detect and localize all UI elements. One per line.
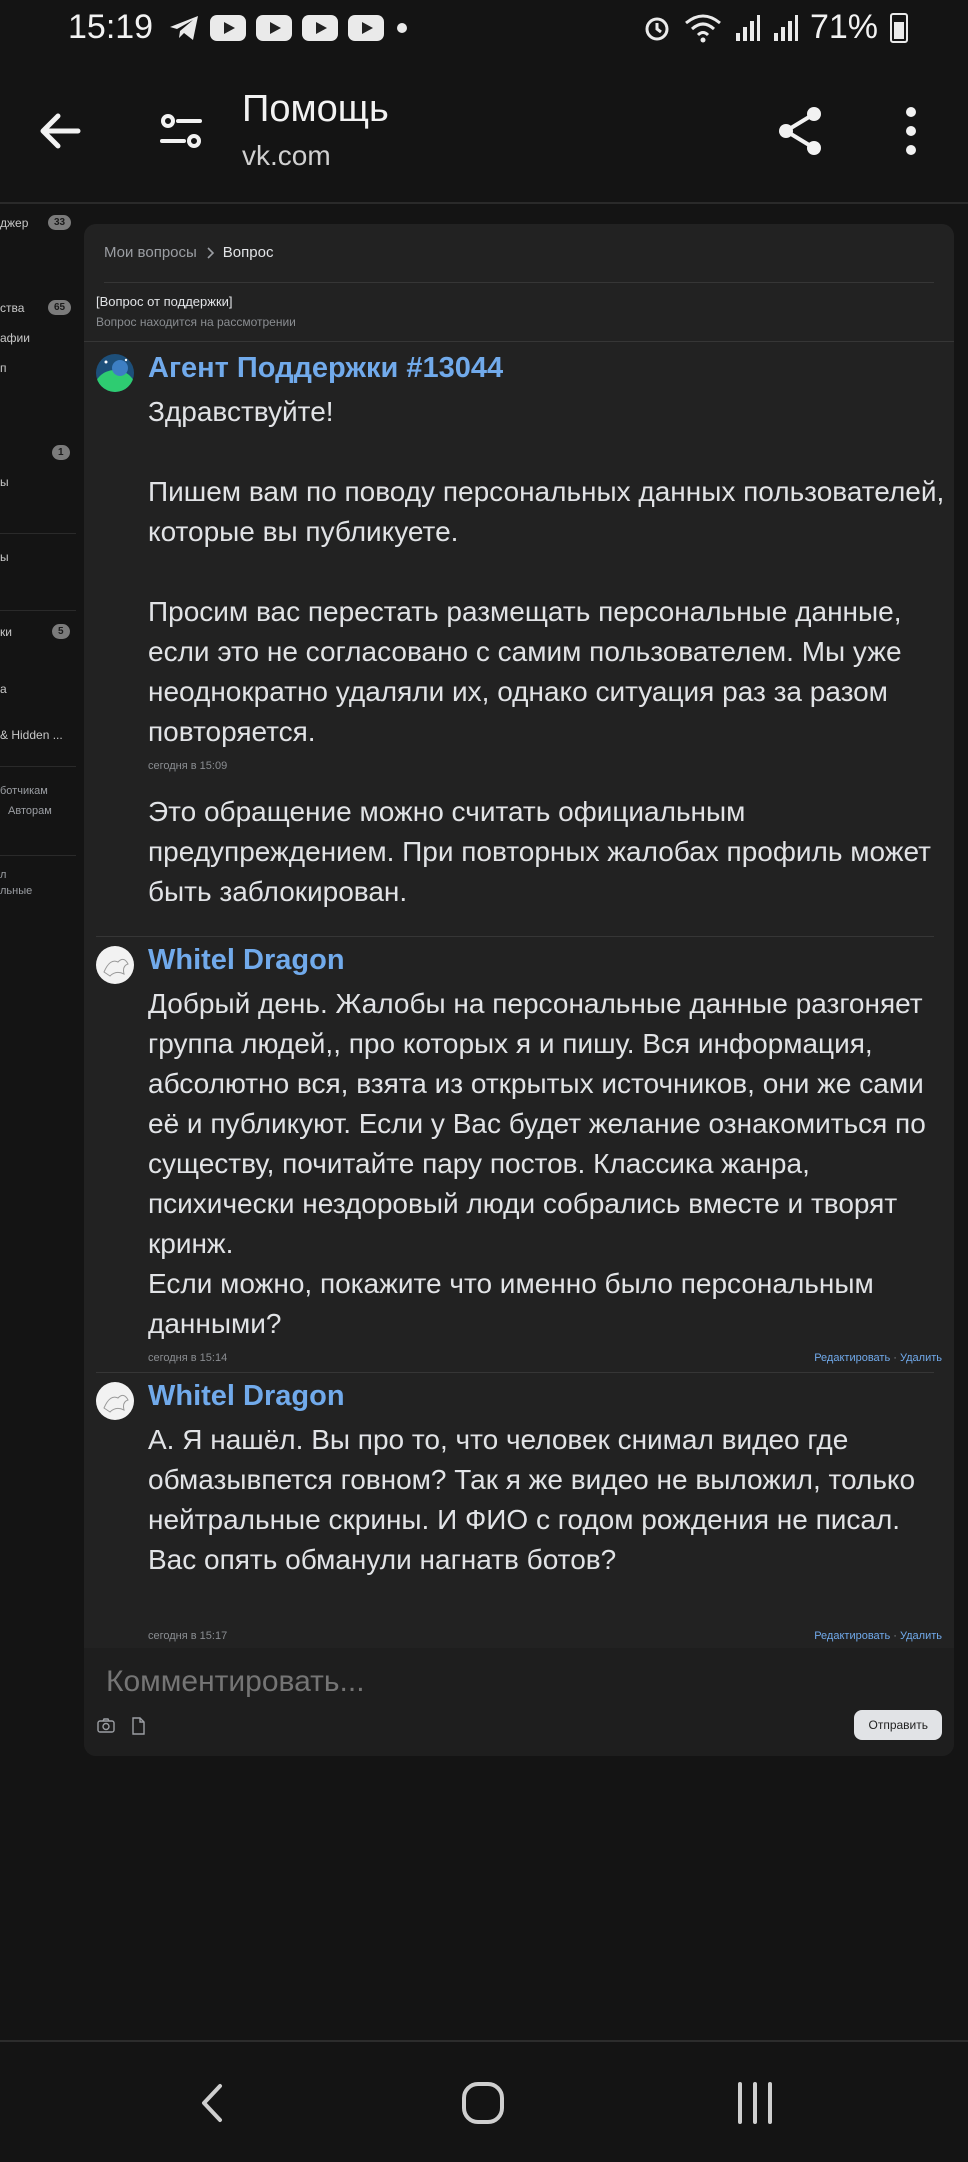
- sidebar-divider: [0, 855, 76, 856]
- breadcrumb-my-questions[interactable]: Мои вопросы: [104, 244, 197, 261]
- dot-icon: [397, 23, 407, 33]
- youtube-icon: [210, 15, 246, 41]
- page-title: Помощь: [242, 88, 389, 130]
- divider: [96, 1372, 934, 1373]
- message-timestamp: сегодня в 15:17: [148, 1630, 228, 1642]
- support-agent-avatar-icon: [96, 354, 134, 392]
- divider: [96, 936, 934, 937]
- message-timestamp: сегодня в 15:09: [148, 760, 228, 772]
- question-status: Вопрос находится на рассмотрении: [96, 315, 296, 329]
- breadcrumb-current: Вопрос: [222, 244, 274, 261]
- sidebar-item[interactable]: ки: [0, 625, 12, 639]
- user-avatar-icon: [96, 1382, 134, 1420]
- message-text: Добрый день. Жалобы на персональные данн…: [148, 988, 926, 1339]
- share-icon[interactable]: [770, 100, 832, 162]
- sidebar-footer-link[interactable]: льные: [0, 885, 32, 897]
- app-bar-divider: [0, 202, 968, 204]
- question-title: [Вопрос от поддержки]: [96, 294, 233, 309]
- system-icons: 71%: [642, 8, 908, 47]
- left-sidebar: джер 33 ства 65 афии п 1 ы ы ки 5 а & Hi…: [0, 205, 80, 945]
- user-avatar-icon: [96, 946, 134, 984]
- message-actions: Редактировать · Удалить: [814, 1630, 942, 1642]
- sidebar-item-photos[interactable]: афии: [0, 331, 30, 345]
- sidebar-divider: [0, 533, 76, 534]
- nav-recent-apps-icon[interactable]: [730, 2078, 780, 2128]
- sidebar-divider: [0, 610, 76, 611]
- notification-icons: [168, 14, 410, 42]
- comment-composer: Отправить: [84, 1648, 954, 1756]
- signal-icon: [773, 14, 798, 41]
- message-item: Whitel Dragon Добрый день. Жалобы на пер…: [96, 944, 942, 1366]
- delete-link[interactable]: Удалить: [900, 1352, 942, 1364]
- alarm-icon: [645, 17, 669, 40]
- status-time: 15:19: [68, 8, 154, 46]
- message-timestamp: сегодня в 15:14: [148, 1352, 228, 1364]
- battery-percent: 71%: [809, 8, 878, 46]
- sidebar-item[interactable]: п: [0, 361, 7, 375]
- chevron-right-icon: [207, 246, 214, 259]
- sidebar-item[interactable]: ы: [0, 475, 9, 489]
- youtube-icon: [256, 15, 292, 41]
- battery-icon: [890, 12, 908, 43]
- sidebar-item-app[interactable]: & Hidden ...: [0, 728, 63, 742]
- nav-back-icon[interactable]: [190, 2078, 240, 2128]
- delete-link[interactable]: Удалить: [900, 1630, 942, 1642]
- more-options-icon[interactable]: [880, 100, 942, 162]
- document-icon[interactable]: [128, 1716, 148, 1736]
- status-bar: 15:19 71%: [0, 0, 968, 58]
- wifi-icon: [684, 14, 721, 42]
- message-author[interactable]: Whitel Dragon: [148, 1380, 345, 1413]
- sidebar-item-communities[interactable]: ства: [0, 301, 24, 315]
- send-button[interactable]: Отправить: [854, 1710, 942, 1740]
- comment-input[interactable]: [104, 1658, 928, 1706]
- message-text: Здравствуйте! Пишем вам по поводу персон…: [148, 396, 945, 907]
- sidebar-footer-link[interactable]: л: [0, 869, 6, 881]
- breadcrumb: Мои вопросы Вопрос: [104, 244, 273, 261]
- signal-icon: [735, 14, 760, 41]
- message-item: Whitel Dragon А. Я нашёл. Вы про то, что…: [96, 1380, 942, 1642]
- message-author[interactable]: Whitel Dragon: [148, 944, 345, 977]
- sidebar-item-messenger[interactable]: джер: [0, 216, 28, 230]
- sidebar-footer-link[interactable]: Авторам: [8, 805, 52, 817]
- telegram-icon: [170, 16, 198, 40]
- support-question-card: Мои вопросы Вопрос [Вопрос от поддержки]…: [84, 224, 954, 1756]
- message-author[interactable]: Агент Поддержки #13044: [148, 352, 503, 385]
- edit-link[interactable]: Редактировать: [814, 1630, 890, 1642]
- divider: [104, 282, 934, 283]
- sidebar-footer-link[interactable]: ботчикам: [0, 785, 48, 797]
- message-actions: Редактировать · Удалить: [814, 1352, 942, 1364]
- nav-home-icon[interactable]: [458, 2078, 508, 2128]
- site-settings-icon[interactable]: [150, 100, 212, 162]
- youtube-icon: [348, 15, 384, 41]
- sidebar-badge: 65: [48, 300, 72, 315]
- avatar[interactable]: [96, 1382, 134, 1420]
- divider: [84, 341, 954, 342]
- sidebar-item[interactable]: ы: [0, 550, 9, 564]
- camera-icon[interactable]: [96, 1716, 116, 1736]
- avatar[interactable]: [96, 946, 134, 984]
- youtube-icon: [302, 15, 338, 41]
- system-nav-bar: [0, 2040, 968, 2162]
- page-url: vk.com: [242, 140, 331, 171]
- back-arrow-icon[interactable]: [30, 100, 92, 162]
- app-bar: Помощь vk.com: [0, 60, 968, 200]
- message-text: А. Я нашёл. Вы про то, что человек снима…: [148, 1424, 916, 1575]
- sidebar-badge: 33: [48, 215, 72, 230]
- sidebar-badge: 1: [52, 445, 70, 460]
- sidebar-divider: [0, 766, 76, 767]
- sidebar-item[interactable]: а: [0, 682, 7, 696]
- edit-link[interactable]: Редактировать: [814, 1352, 890, 1364]
- sidebar-badge: 5: [52, 624, 70, 639]
- avatar[interactable]: [96, 354, 134, 392]
